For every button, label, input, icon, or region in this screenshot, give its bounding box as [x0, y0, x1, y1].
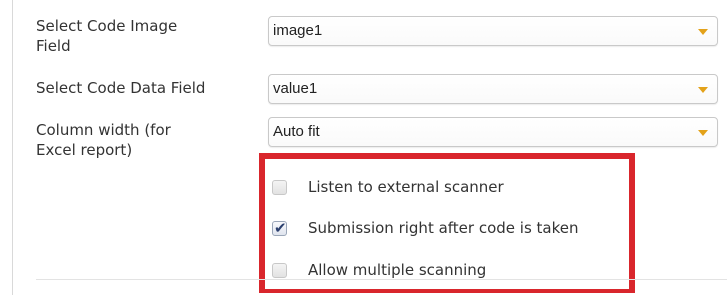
- code-data-field-value: value1: [273, 80, 318, 97]
- code-image-field-label-line2: Field: [36, 37, 71, 55]
- submission-after-code-checkbox[interactable]: ✔: [272, 219, 287, 237]
- code-image-field-label-line1: Select Code Image: [36, 17, 178, 35]
- panel-left-border: [12, 0, 13, 295]
- chevron-down-icon[interactable]: [698, 130, 708, 136]
- checkmark-icon: ✔: [274, 219, 287, 237]
- code-data-field-select[interactable]: value1: [268, 74, 718, 104]
- column-width-select[interactable]: Auto fit: [268, 117, 718, 147]
- code-image-field-label: Select Code Image Field: [36, 16, 226, 56]
- column-width-label-line1: Column width (for: [36, 121, 171, 139]
- allow-multiple-scanning-checkbox[interactable]: [272, 263, 287, 278]
- column-width-label: Column width (for Excel report): [36, 120, 226, 160]
- column-width-label-line2: Excel report): [36, 141, 133, 159]
- code-data-field-label: Select Code Data Field: [36, 79, 206, 97]
- allow-multiple-scanning-label: Allow multiple scanning: [308, 261, 487, 279]
- submission-after-code-label: Submission right after code is taken: [308, 219, 579, 237]
- bottom-divider: [36, 279, 727, 280]
- listen-external-scanner-checkbox[interactable]: [272, 180, 287, 195]
- chevron-down-icon[interactable]: [698, 29, 708, 35]
- listen-external-scanner-label: Listen to external scanner: [308, 178, 504, 196]
- code-image-field-select[interactable]: image1: [268, 16, 718, 46]
- code-image-field-value: image1: [273, 22, 323, 39]
- chevron-down-icon[interactable]: [698, 87, 708, 93]
- column-width-value: Auto fit: [273, 123, 320, 140]
